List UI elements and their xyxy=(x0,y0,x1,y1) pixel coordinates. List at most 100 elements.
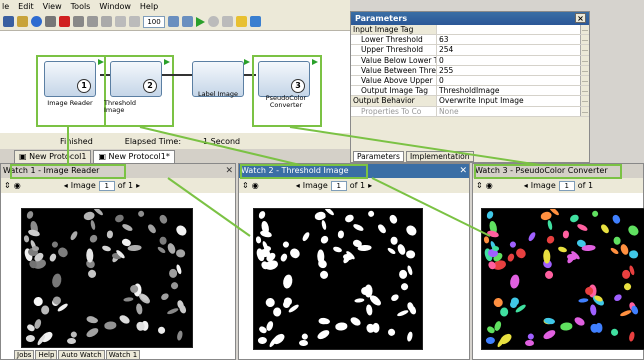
cell-blob xyxy=(169,280,180,291)
pointer-icon[interactable] xyxy=(45,16,56,27)
redo-icon[interactable] xyxy=(129,16,140,27)
close-icon[interactable]: ✕ xyxy=(225,164,233,178)
open-icon[interactable] xyxy=(17,16,28,27)
zoom-icon[interactable]: ⇕ xyxy=(4,181,11,190)
parameter-row[interactable]: Properties To Co None… xyxy=(351,106,589,117)
zoom-input[interactable]: 100 xyxy=(143,15,165,28)
parameter-row[interactable]: Output Behavior Overwrite Input Image… xyxy=(351,96,589,107)
parameter-row[interactable]: Input Image Tag… xyxy=(351,25,589,36)
parameter-row[interactable]: Upper Threshold 254… xyxy=(351,45,589,56)
parameter-row[interactable]: Value Above Upper 0… xyxy=(351,75,589,87)
cell-blob xyxy=(353,297,365,304)
node-number: 1 xyxy=(77,79,91,93)
close-icon[interactable]: × xyxy=(575,13,586,23)
prev-icon[interactable]: ◂ xyxy=(296,181,300,190)
tab-implementation[interactable]: Implementation xyxy=(405,151,474,162)
tab-watch-1[interactable]: Watch 1 xyxy=(105,350,141,360)
zoom-icon[interactable]: ⇕ xyxy=(476,181,483,190)
node-threshold-image[interactable]: 2 xyxy=(110,61,162,97)
parameter-value[interactable]: 254 xyxy=(437,45,580,55)
eye-icon[interactable]: ◉ xyxy=(486,181,493,190)
image-label: Image xyxy=(70,181,96,190)
cell-blob xyxy=(174,223,189,238)
ellipsis-icon[interactable]: … xyxy=(580,86,589,96)
tab-protocol-1[interactable]: ▣ New Protocol1 xyxy=(14,150,92,163)
menu-window[interactable]: Window xyxy=(99,2,131,11)
cell-blob xyxy=(48,252,58,263)
cell-blob xyxy=(388,213,399,226)
tab-parameters[interactable]: Parameters xyxy=(353,151,404,162)
cell-blob xyxy=(628,331,636,343)
warning-icon[interactable] xyxy=(222,16,233,27)
page-input[interactable]: 1 xyxy=(98,180,115,191)
ellipsis-icon[interactable]: … xyxy=(580,106,589,116)
parameter-value[interactable]: ThresholdImage xyxy=(437,86,580,96)
parameter-row[interactable]: Lower Threshold 63… xyxy=(351,35,589,46)
next-icon[interactable]: ▸ xyxy=(368,181,372,190)
zoom-fit-icon[interactable] xyxy=(168,16,179,27)
folder-icon[interactable] xyxy=(236,16,247,27)
node-pseudocolor-converter[interactable]: 3 xyxy=(258,61,310,97)
cell-blob xyxy=(159,236,168,245)
menu-file[interactable]: le xyxy=(2,2,9,11)
cell-blob xyxy=(156,325,167,336)
stop-icon[interactable] xyxy=(208,16,219,27)
parameter-value[interactable]: Overwrite Input Image xyxy=(437,96,580,106)
prev-icon[interactable]: ◂ xyxy=(524,181,528,190)
help-icon[interactable] xyxy=(31,16,42,27)
ellipsis-icon[interactable]: … xyxy=(580,75,589,86)
tab-protocol-1-modified[interactable]: ▣ New Protocol1* xyxy=(93,150,175,163)
menu-tools[interactable]: Tools xyxy=(71,2,91,11)
undo-icon[interactable] xyxy=(115,16,126,27)
cell-blob xyxy=(344,213,356,224)
close-icon[interactable]: ✕ xyxy=(459,164,467,178)
cell-blob xyxy=(611,213,622,226)
save-icon[interactable] xyxy=(3,16,14,27)
menu-edit[interactable]: Edit xyxy=(18,2,34,11)
delete-icon[interactable] xyxy=(59,16,70,27)
copy-icon[interactable] xyxy=(87,16,98,27)
cut-icon[interactable] xyxy=(73,16,84,27)
paste-icon[interactable] xyxy=(101,16,112,27)
tab-auto-watch[interactable]: Auto Watch xyxy=(58,350,105,360)
parameter-value[interactable]: 0 xyxy=(437,55,580,65)
parameter-value[interactable]: None xyxy=(437,106,580,116)
tab-jobs[interactable]: Jobs xyxy=(14,350,35,360)
parameter-row[interactable]: Value Between Thre 255… xyxy=(351,65,589,76)
zoom-icon[interactable]: ⇕ xyxy=(242,181,249,190)
parameter-row[interactable]: Value Below Lower T 0… xyxy=(351,55,589,66)
ellipsis-icon[interactable]: … xyxy=(580,35,589,45)
tab-help[interactable]: Help xyxy=(35,350,58,360)
export-icon[interactable] xyxy=(250,16,261,27)
node-image-reader[interactable]: 1 xyxy=(44,61,96,97)
parameter-value[interactable]: 255 xyxy=(437,65,580,75)
zoom-full-icon[interactable] xyxy=(182,16,193,27)
eye-icon[interactable]: ◉ xyxy=(14,181,21,190)
parameter-value[interactable]: 63 xyxy=(437,35,580,45)
elapsed-value: 1 Second xyxy=(203,136,241,146)
parameter-row[interactable]: Output Image Tag ThresholdImage… xyxy=(351,86,589,97)
eye-icon[interactable]: ◉ xyxy=(252,181,259,190)
ellipsis-icon[interactable]: … xyxy=(580,96,589,106)
run-icon[interactable] xyxy=(196,16,205,27)
menu-view[interactable]: View xyxy=(43,2,62,11)
cell-blob xyxy=(83,211,96,222)
next-icon[interactable]: ▸ xyxy=(136,181,140,190)
protocol-tabs: ▣ New Protocol1 ▣ New Protocol1* xyxy=(0,149,350,163)
parameter-value[interactable]: 0 xyxy=(437,75,580,86)
ellipsis-icon[interactable]: … xyxy=(580,55,589,65)
ellipsis-icon[interactable]: … xyxy=(580,45,589,55)
cell-blob xyxy=(399,269,408,279)
parameter-value[interactable] xyxy=(437,25,580,35)
page-input[interactable]: 1 xyxy=(558,180,575,191)
cell-blob xyxy=(117,313,132,326)
page-input[interactable]: 1 xyxy=(330,180,347,191)
prev-icon[interactable]: ◂ xyxy=(64,181,68,190)
cell-blob xyxy=(612,293,623,303)
cell-blob xyxy=(282,240,291,249)
protocol-canvas[interactable]: 1 Image Reader 2 Threshold Image Label I… xyxy=(0,31,350,133)
ellipsis-icon[interactable]: … xyxy=(580,65,589,75)
menu-help[interactable]: Help xyxy=(140,2,158,11)
cell-blob xyxy=(121,222,134,232)
ellipsis-icon[interactable]: … xyxy=(580,25,589,35)
